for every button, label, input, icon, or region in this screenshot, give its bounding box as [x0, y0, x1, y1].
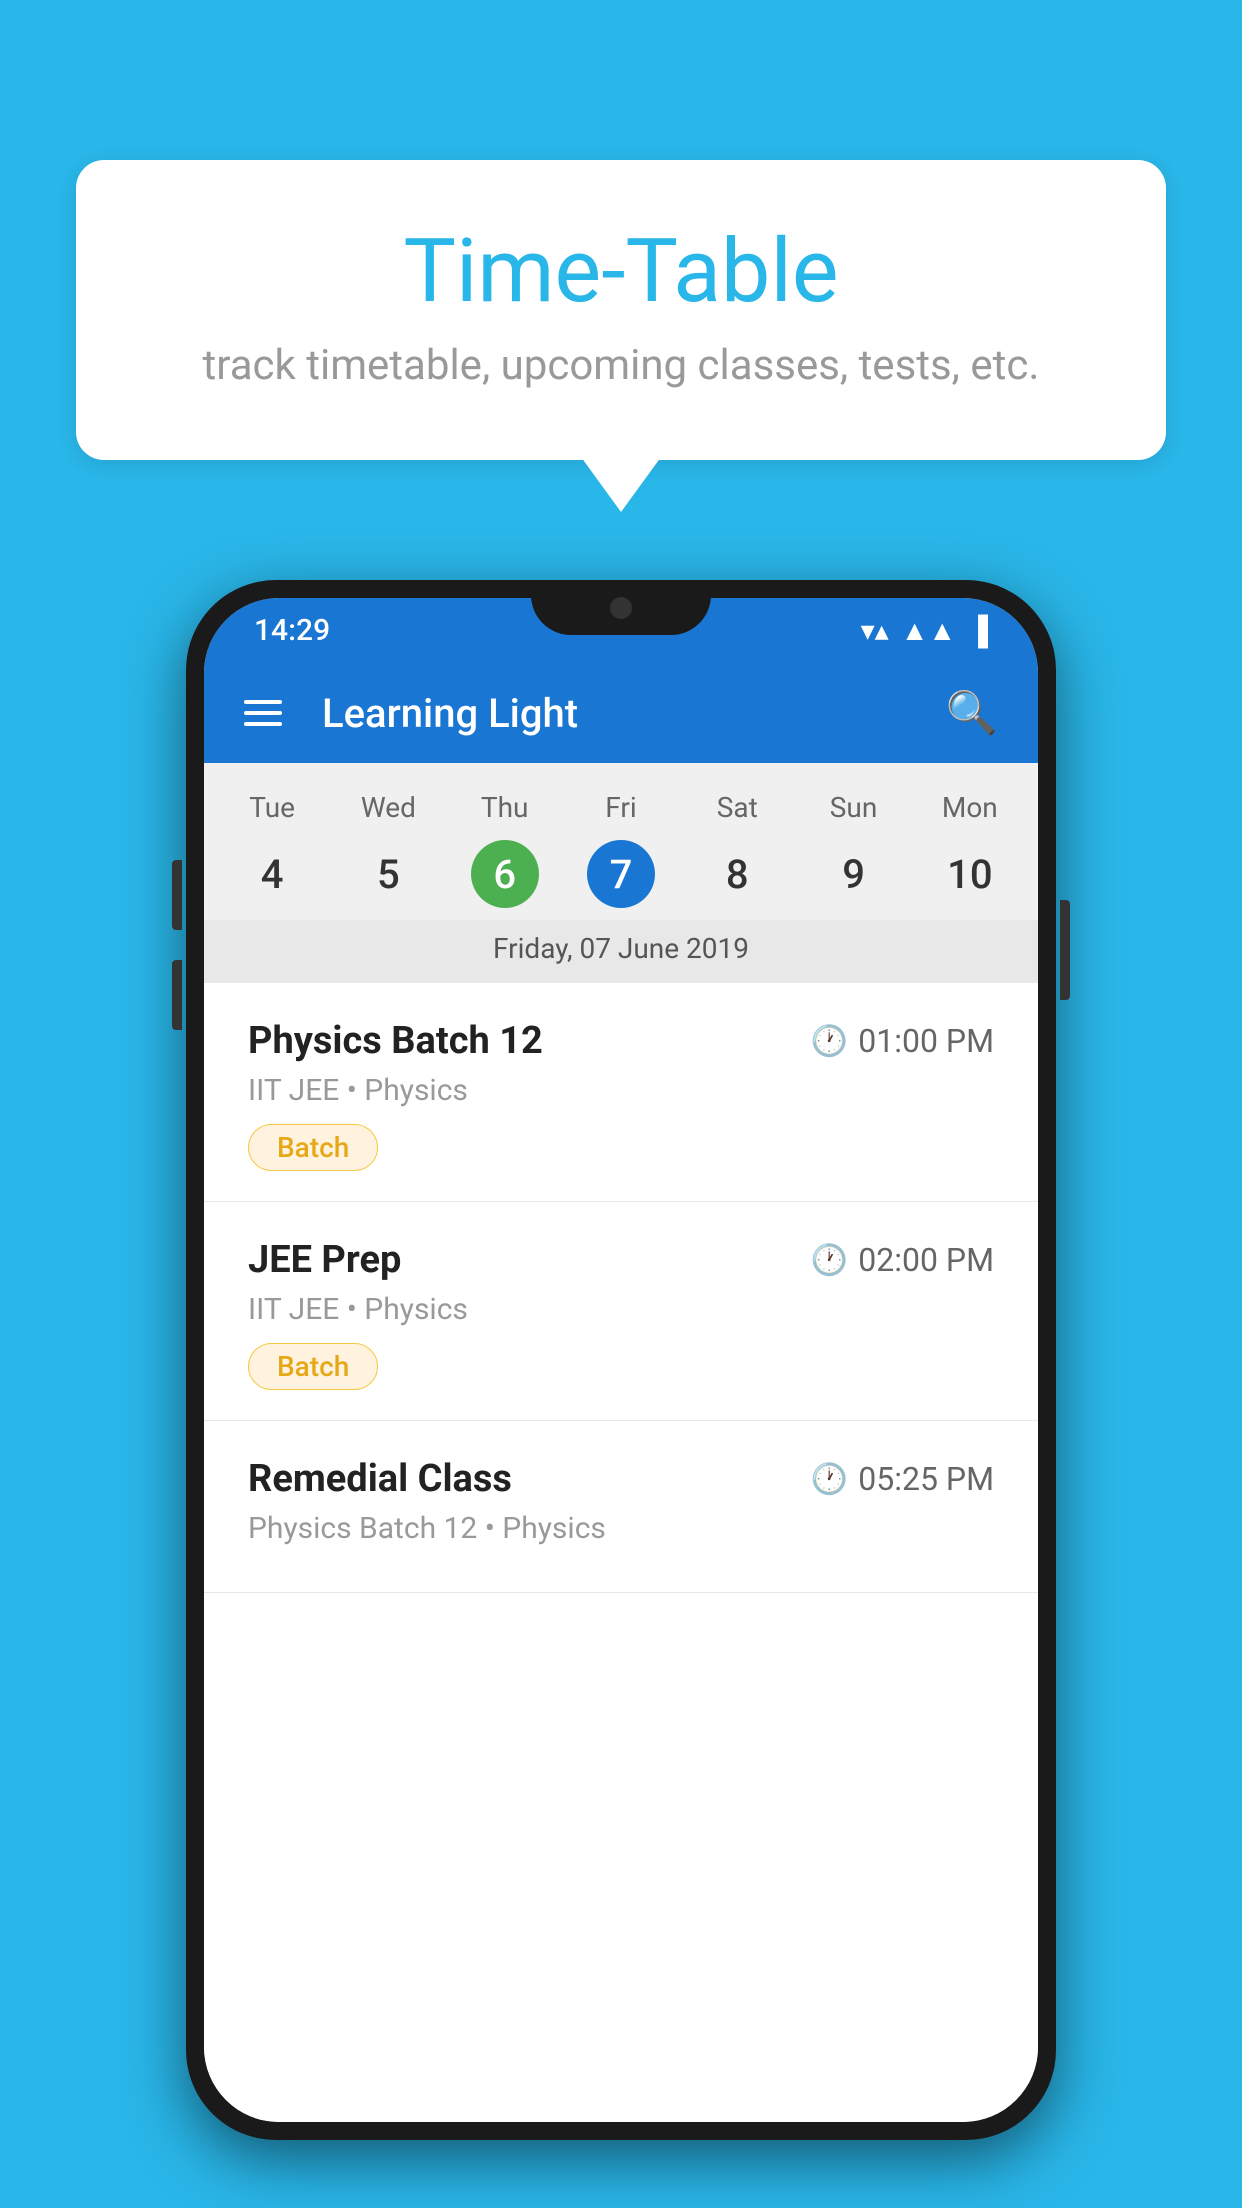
schedule-item-2[interactable]: JEE Prep 🕐 02:00 PM IIT JEE • Physics Ba… — [204, 1202, 1038, 1421]
clock-icon-1: 🕐 — [811, 1024, 848, 1059]
signal-icon: ▲▲ — [901, 614, 956, 647]
phone-notch — [531, 580, 711, 635]
item-2-batch-tag: Batch — [248, 1343, 378, 1390]
item-3-time-text: 05:25 PM — [858, 1460, 994, 1498]
calendar-week: Tue Wed Thu Fri Sat Sun Mon 4 5 6 7 8 9 … — [204, 763, 1038, 983]
schedule-item-3[interactable]: Remedial Class 🕐 05:25 PM Physics Batch … — [204, 1421, 1038, 1593]
item-1-title: Physics Batch 12 — [248, 1019, 543, 1063]
day-numbers: 4 5 6 7 8 9 10 — [204, 832, 1038, 920]
app-bar: Learning Light 🔍 — [204, 663, 1038, 763]
item-2-header: JEE Prep 🕐 02:00 PM — [248, 1238, 994, 1282]
day-5[interactable]: 5 — [330, 840, 446, 908]
item-3-sub: Physics Batch 12 • Physics — [248, 1511, 994, 1546]
day-4[interactable]: 4 — [214, 840, 330, 908]
bubble-title: Time-Table — [156, 220, 1086, 323]
day-labels: Tue Wed Thu Fri Sat Sun Mon — [204, 783, 1038, 832]
day-7-selected[interactable]: 7 — [587, 840, 655, 908]
day-label-tue: Tue — [214, 783, 330, 832]
camera — [610, 597, 632, 619]
phone-screen: 14:29 ▾▴ ▲▲ ▐ Learning Light 🔍 — [204, 598, 1038, 2122]
day-label-sat: Sat — [679, 783, 795, 832]
item-1-batch-tag: Batch — [248, 1124, 378, 1171]
schedule-item-1[interactable]: Physics Batch 12 🕐 01:00 PM IIT JEE • Ph… — [204, 983, 1038, 1202]
day-6-today[interactable]: 6 — [471, 840, 539, 908]
item-1-header: Physics Batch 12 🕐 01:00 PM — [248, 1019, 994, 1063]
clock-icon-2: 🕐 — [811, 1243, 848, 1278]
item-2-title: JEE Prep — [248, 1238, 401, 1282]
selected-date-label: Friday, 07 June 2019 — [204, 920, 1038, 983]
clock-icon-3: 🕐 — [811, 1462, 848, 1497]
day-9[interactable]: 9 — [795, 840, 911, 908]
phone-frame: 14:29 ▾▴ ▲▲ ▐ Learning Light 🔍 — [186, 580, 1056, 2140]
speech-bubble-card: Time-Table track timetable, upcoming cla… — [76, 160, 1166, 460]
item-1-sub: IIT JEE • Physics — [248, 1073, 994, 1108]
item-3-time: 🕐 05:25 PM — [811, 1460, 994, 1498]
battery-icon: ▐ — [968, 614, 988, 647]
schedule-list: Physics Batch 12 🕐 01:00 PM IIT JEE • Ph… — [204, 983, 1038, 2122]
status-time: 14:29 — [254, 613, 330, 648]
day-label-mon: Mon — [912, 783, 1028, 832]
volume-down-button — [172, 960, 182, 1030]
day-label-wed: Wed — [330, 783, 446, 832]
day-8[interactable]: 8 — [679, 840, 795, 908]
day-label-thu: Thu — [447, 783, 563, 832]
day-10[interactable]: 10 — [912, 840, 1028, 908]
search-icon[interactable]: 🔍 — [946, 689, 998, 738]
hamburger-menu-icon[interactable] — [244, 700, 282, 726]
power-button — [1060, 900, 1070, 1000]
bubble-subtitle: track timetable, upcoming classes, tests… — [156, 341, 1086, 390]
item-2-time: 🕐 02:00 PM — [811, 1241, 994, 1279]
volume-up-button — [172, 860, 182, 930]
item-1-time-text: 01:00 PM — [858, 1022, 994, 1060]
day-label-fri: Fri — [563, 783, 679, 832]
wifi-icon: ▾▴ — [861, 614, 889, 647]
item-3-title: Remedial Class — [248, 1457, 512, 1501]
item-3-header: Remedial Class 🕐 05:25 PM — [248, 1457, 994, 1501]
day-label-sun: Sun — [795, 783, 911, 832]
item-2-sub: IIT JEE • Physics — [248, 1292, 994, 1327]
app-title: Learning Light — [322, 690, 946, 737]
phone-mockup: 14:29 ▾▴ ▲▲ ▐ Learning Light 🔍 — [96, 580, 1146, 2140]
status-icons: ▾▴ ▲▲ ▐ — [861, 614, 988, 647]
item-1-time: 🕐 01:00 PM — [811, 1022, 994, 1060]
item-2-time-text: 02:00 PM — [858, 1241, 994, 1279]
